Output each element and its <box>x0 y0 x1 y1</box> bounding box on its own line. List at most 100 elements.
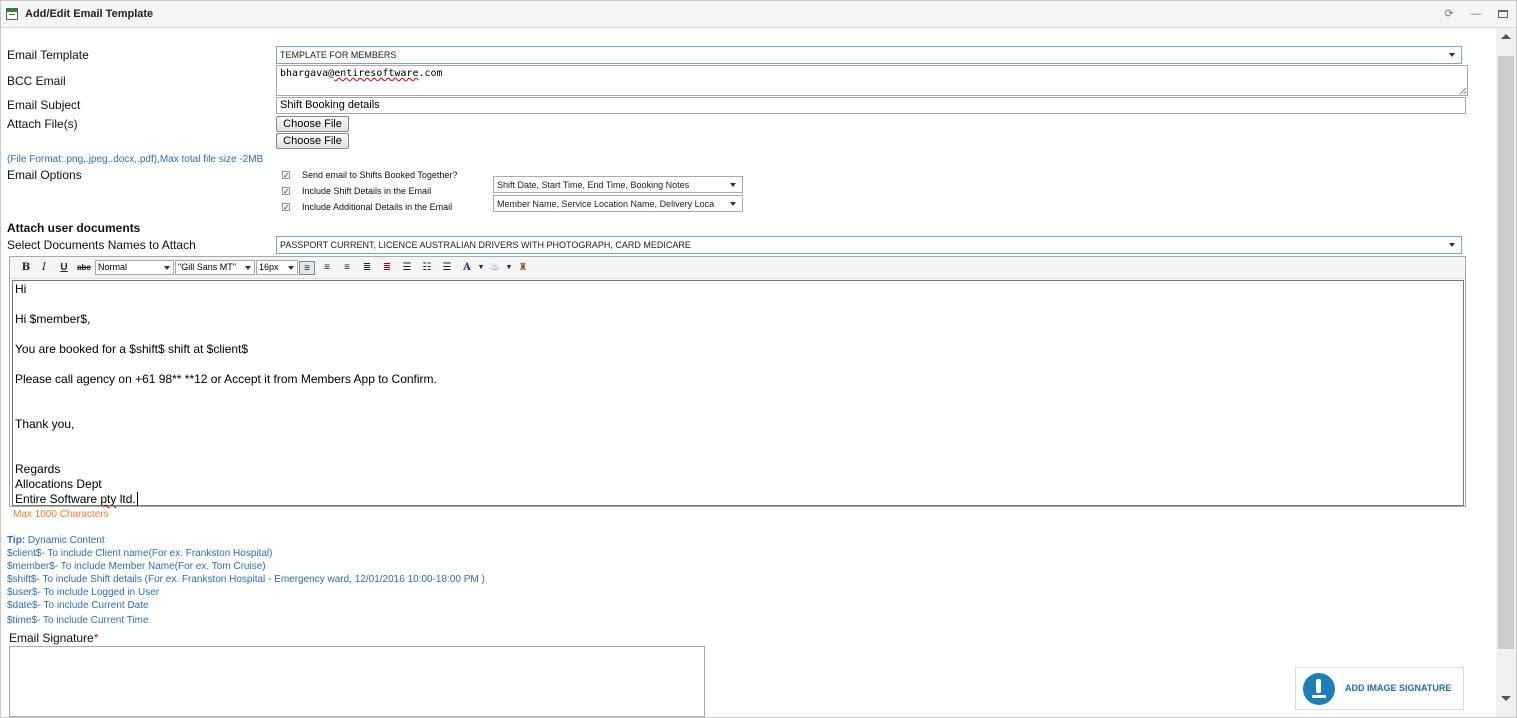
max-characters-note: Max 1000 Characters <box>13 509 109 520</box>
italic-button[interactable]: I <box>36 261 52 275</box>
signature-label-text: Email Signature <box>9 631 94 645</box>
documents-select[interactable]: PASSPORT CURRENT, LICENCE AUSTRALIAN DRI… <box>276 236 1462 254</box>
chevron-down-icon <box>730 183 736 187</box>
select-documents-label: Select Documents Names to Attach <box>7 238 196 252</box>
scroll-up-icon[interactable] <box>1501 34 1511 39</box>
body-line: Regards <box>15 462 61 476</box>
chevron-down-icon <box>1449 243 1455 247</box>
resize-handle-icon[interactable] <box>1460 88 1466 94</box>
strikethrough-button[interactable]: abc <box>76 261 92 275</box>
minimize-icon[interactable]: — <box>1469 7 1483 21</box>
send-together-label: Send email to Shifts Booked Together? <box>302 170 458 180</box>
underline-button[interactable]: U <box>56 261 72 275</box>
bcc-value-suffix: .com <box>418 68 443 79</box>
bullet-list-icon[interactable]: ☰ <box>399 261 415 275</box>
body-line: Please call agency on +61 98** **12 or A… <box>15 372 437 386</box>
body-line: Hi $member$, <box>15 312 91 326</box>
email-signature-label: Email Signature* <box>9 631 98 645</box>
attach-user-documents-heading: Attach user documents <box>7 221 141 235</box>
email-options-label: Email Options <box>7 168 82 182</box>
bcc-value-prefix: bhargava@ <box>280 68 335 79</box>
format-select[interactable]: Normal <box>95 260 174 275</box>
tip-item: $member$- To include Member Name(For ex.… <box>7 561 266 572</box>
clear-format-icon[interactable]: ≣ <box>379 261 395 275</box>
include-shift-details-label: Include Shift Details in the Email <box>302 186 432 196</box>
body-line: Hi <box>15 282 27 296</box>
body-line: You are booked for a $shift$ shift at $c… <box>15 342 249 356</box>
include-additional-details-checkbox[interactable]: ✓ <box>282 203 290 212</box>
email-template-select[interactable]: TEMPLATE FOR MEMBERS <box>276 46 1462 64</box>
font-select[interactable]: "Gill Sans MT" <box>175 260 255 275</box>
size-value: 16px <box>259 262 279 272</box>
bcc-email-label: BCC Email <box>7 74 66 88</box>
text-cursor: ​ <box>136 492 138 506</box>
align-center-icon[interactable]: ≡ <box>319 261 335 275</box>
form-content: Email Template TEMPLATE FOR MEMBERS BCC … <box>1 28 1496 717</box>
documents-value: PASSPORT CURRENT, LICENCE AUSTRALIAN DRI… <box>280 240 691 250</box>
chevron-down-icon <box>730 202 736 206</box>
choose-file-button-1[interactable]: Choose File <box>276 116 349 132</box>
window-title: Add/Edit Email Template <box>25 8 154 20</box>
email-subject-label: Email Subject <box>7 98 81 112</box>
body-line: Thank you, <box>15 417 75 431</box>
chevron-down-icon <box>245 266 251 270</box>
include-additional-details-label: Include Additional Details in the Email <box>302 202 453 212</box>
add-image-signature-button[interactable]: ADD IMAGE SIGNATURE <box>1295 667 1464 710</box>
email-template-value: TEMPLATE FOR MEMBERS <box>280 50 397 60</box>
attach-files-label: Attach File(s) <box>7 117 78 131</box>
scroll-down-icon[interactable] <box>1501 696 1511 701</box>
chevron-down-icon <box>288 266 294 270</box>
file-format-note: (File Format:.png,.jpeg,.docx,.pdf),Max … <box>7 154 264 165</box>
refresh-icon[interactable]: ⟳ <box>1442 7 1456 21</box>
email-signature-field[interactable] <box>9 646 705 717</box>
bcc-email-field[interactable]: bhargava@entiresoftware.com <box>276 65 1468 96</box>
tip-heading: Tip: Dynamic Content <box>7 535 105 546</box>
tip-item: $time$- To include Current Time <box>7 615 149 626</box>
align-left-icon[interactable]: ≡ <box>299 261 315 275</box>
additional-details-select[interactable]: Member Name, Service Location Name, Deli… <box>493 195 743 212</box>
choose-file-button-2[interactable]: Choose File <box>276 133 349 149</box>
include-shift-details-checkbox[interactable]: ✓ <box>282 187 290 196</box>
additional-details-value: Member Name, Service Location Name, Deli… <box>497 199 715 209</box>
body-line: Allocations Dept <box>15 477 102 491</box>
vertical-scrollbar[interactable] <box>1496 28 1516 717</box>
dialog-window: Add/Edit Email Template ⟳ — Email Templa… <box>0 0 1517 718</box>
body-text: Entire Software <box>15 492 101 506</box>
scrollbar-thumb[interactable] <box>1498 56 1514 649</box>
signature-pen-icon <box>1303 673 1335 705</box>
body-text: ltd. <box>116 492 136 506</box>
tip-item: $date$- To include Current Date <box>7 600 149 611</box>
tip-text: Dynamic Content <box>25 535 105 546</box>
email-template-label: Email Template <box>7 48 89 62</box>
tip-item: $user$- To include Logged in User <box>7 587 160 598</box>
email-subject-input[interactable]: Shift Booking details <box>276 97 1466 114</box>
template-icon <box>6 8 18 20</box>
body-text-spell: pty <box>100 492 117 506</box>
bold-button[interactable]: B <box>18 261 34 275</box>
title-bar: Add/Edit Email Template ⟳ — <box>1 1 1516 28</box>
tip-item: $client$- To include Client name(For ex.… <box>7 548 273 559</box>
maximize-icon[interactable] <box>1498 10 1508 18</box>
send-together-checkbox[interactable]: ✓ <box>282 171 290 180</box>
tip-label: Tip: <box>7 535 26 546</box>
shift-details-value: Shift Date, Start Time, End Time, Bookin… <box>497 180 690 190</box>
numbered-list-icon[interactable]: ☷ <box>419 261 435 275</box>
align-justify-icon[interactable]: ≣ <box>359 261 375 275</box>
align-right-icon[interactable]: ≡ <box>339 261 355 275</box>
editor-toolbar: B I U abc Normal "Gill Sans MT" 16px ≡ ≡… <box>10 257 1465 279</box>
format-painter-icon[interactable]: ♜ <box>515 261 531 275</box>
shift-details-select[interactable]: Shift Date, Start Time, End Time, Bookin… <box>493 176 743 193</box>
rich-text-editor: B I U abc Normal "Gill Sans MT" 16px ≡ ≡… <box>9 256 1466 507</box>
editor-body[interactable]: Hi Hi $member$, You are booked for a $sh… <box>12 280 1464 506</box>
chevron-down-icon <box>164 266 170 270</box>
format-value: Normal <box>98 262 128 272</box>
indent-icon[interactable]: ☰ <box>439 261 455 275</box>
body-line: Entire Software pty ltd.​ <box>15 492 1461 507</box>
add-image-signature-label: ADD IMAGE SIGNATURE <box>1345 683 1452 693</box>
size-select[interactable]: 16px <box>256 260 298 275</box>
bcc-value-spell: entiresoftware <box>334 68 419 79</box>
tip-item: $shift$- To include Shift details (For e… <box>7 574 485 585</box>
required-mark: * <box>93 631 99 645</box>
chevron-down-icon <box>1449 53 1455 57</box>
font-value: "Gill Sans MT" <box>178 262 236 272</box>
